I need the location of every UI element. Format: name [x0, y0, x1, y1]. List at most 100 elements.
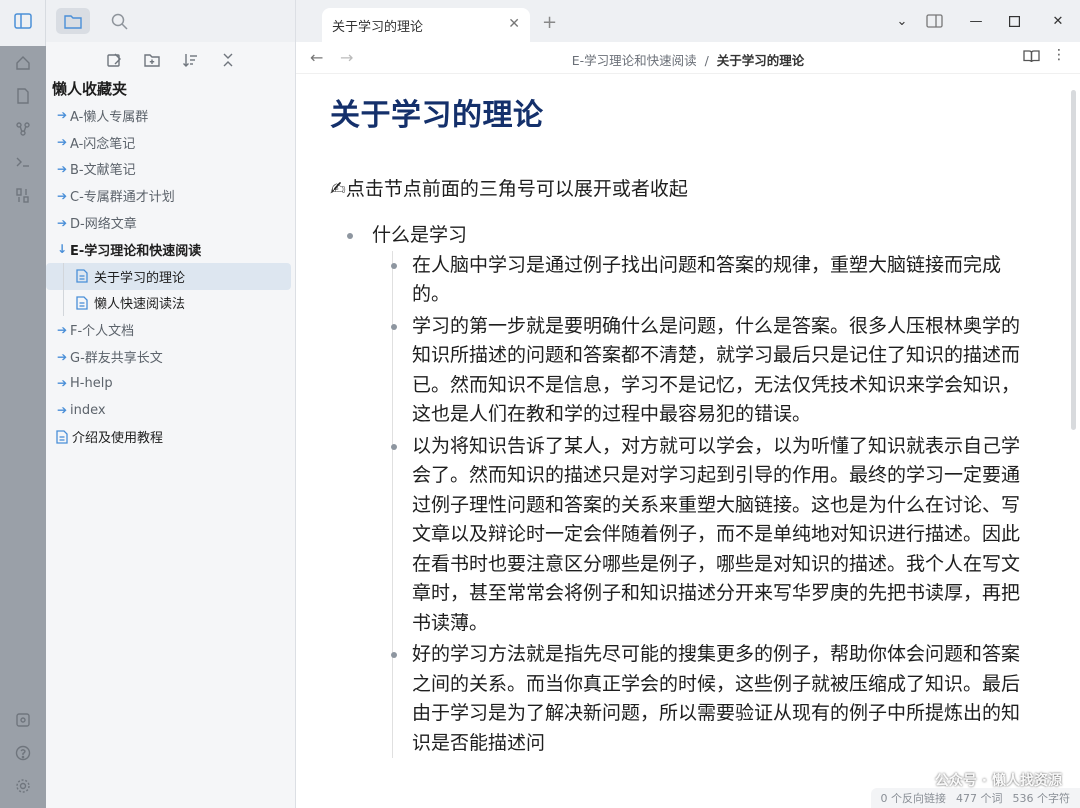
note-intro: ✍点击节点前面的三角号可以展开或者收起 — [330, 178, 688, 200]
folder-item[interactable]: ➔ D-网络文章 — [46, 209, 291, 236]
folder-item[interactable]: ➔ A-懒人专属群 — [46, 102, 291, 129]
list-item: 在人脑中学习是通过例子找出问题和答案的规律，重塑大脑链接而完成的。 — [391, 251, 1020, 310]
sort-button[interactable] — [179, 49, 201, 71]
folder-label: B-文献笔记 — [70, 163, 136, 179]
ribbon-binary-button[interactable] — [0, 178, 46, 211]
folder-item[interactable]: ➔ G-群友共享长文 — [46, 343, 291, 370]
more-vertical-icon: ⋮ — [1052, 47, 1066, 63]
folder-item[interactable]: ➔ C-专属群通才计划 — [46, 182, 291, 209]
minimize-button[interactable]: — — [964, 10, 988, 32]
file-explorer-tab[interactable] — [56, 8, 90, 34]
file-item[interactable]: 介绍及使用教程 — [46, 424, 291, 451]
tab-bar: 关于学习的理论 ✕ + ⌄ — ✕ — [296, 0, 1080, 42]
folder-label: H-help — [70, 375, 113, 391]
close-window-button[interactable]: ✕ — [1046, 10, 1070, 32]
ribbon-file-button[interactable] — [0, 79, 46, 112]
ribbon-bottom — [0, 703, 46, 802]
ribbon-vault-button[interactable] — [0, 703, 46, 736]
folder-item[interactable]: ➔ index — [46, 397, 291, 424]
new-note-icon — [106, 53, 121, 67]
ribbon-terminal-button[interactable] — [0, 145, 46, 178]
ribbon — [0, 0, 46, 808]
file-label: 关于学习的理论 — [94, 270, 186, 286]
new-note-button[interactable] — [103, 49, 125, 71]
terminal-icon — [16, 157, 29, 167]
folder-item-expanded[interactable]: ↓ E-学习理论和快速阅读 — [46, 236, 291, 263]
chevron-down-icon: ↓ — [56, 242, 68, 257]
backlinks-count[interactable]: 0 个反向链接 — [881, 790, 947, 806]
note-content: 关于学习的理论 ✍点击节点前面的三角号可以展开或者收起 什么是学习 在人脑中学习… — [330, 90, 1020, 760]
folder-label: F-个人文档 — [70, 324, 135, 340]
chevron-right-icon: ➔ — [56, 188, 68, 203]
help-icon — [15, 745, 31, 760]
folder-item[interactable]: ➔ A-闪念笔记 — [46, 129, 291, 156]
folder-icon — [64, 14, 82, 29]
maximize-icon — [1008, 15, 1020, 27]
chevron-right-icon: ➔ — [56, 403, 68, 418]
file-item[interactable]: 懒人快速阅读法 — [46, 290, 291, 317]
document-icon — [54, 430, 70, 444]
list-item: 什么是学习 — [330, 221, 1020, 251]
sidebar-toggle-button[interactable] — [0, 0, 46, 42]
char-count: 536 个字符 — [1012, 792, 1071, 805]
folder-children: 关于学习的理论 懒人快速阅读法 — [46, 262, 295, 317]
tab-note[interactable]: 关于学习的理论 ✕ — [322, 8, 530, 42]
graph-icon — [16, 121, 30, 136]
note-title: 关于学习的理论 — [330, 98, 544, 133]
list-item: 好的学习方法就是指先尽可能的搜集更多的例子，帮助你体会问题和答案之间的关系。而当… — [391, 640, 1020, 758]
file-explorer-actions — [46, 44, 295, 76]
folder-label: index — [70, 402, 106, 418]
search-icon — [111, 13, 128, 30]
document-icon — [74, 269, 90, 283]
folder-label: C-专属群通才计划 — [70, 190, 175, 206]
vault-icon — [16, 712, 30, 727]
breadcrumb-separator: / — [704, 53, 709, 68]
plus-icon: + — [542, 12, 558, 33]
ribbon-actions — [0, 46, 46, 808]
maximize-button[interactable] — [1002, 10, 1026, 32]
chevron-right-icon: ➔ — [56, 135, 68, 150]
file-icon — [17, 87, 29, 104]
reading-view-button[interactable] — [1023, 48, 1040, 67]
right-sidebar-icon — [925, 14, 943, 28]
ribbon-help-button[interactable] — [0, 736, 46, 769]
list-item: 学习的第一步就是要明确什么是问题，什么是答案。很多人压根林奥学的知识所描述的问题… — [391, 312, 1020, 430]
collapse-all-button[interactable] — [217, 49, 239, 71]
scrollbar[interactable] — [1071, 90, 1076, 430]
ribbon-settings-button[interactable] — [0, 769, 46, 802]
toggle-right-sidebar-button[interactable] — [922, 10, 946, 32]
file-item-active[interactable]: 关于学习的理论 — [46, 262, 291, 290]
ribbon-home-button[interactable] — [0, 46, 46, 79]
new-tab-button[interactable]: + — [542, 12, 557, 33]
status-bar: 0 个反向链接 477 个词 536 个字符 — [870, 788, 1080, 808]
word-count: 477 个词 — [956, 792, 1003, 805]
document-icon — [74, 296, 90, 310]
sidebar-tabs — [46, 0, 295, 42]
breadcrumb-current[interactable]: 关于学习的理论 — [717, 53, 805, 68]
breadcrumb-parent[interactable]: E-学习理论和快速阅读 — [572, 53, 697, 68]
close-icon[interactable]: ✕ — [508, 16, 520, 32]
chevron-right-icon: ➔ — [56, 161, 68, 176]
folder-item[interactable]: ➔ F-个人文档 — [46, 316, 291, 343]
view-header: ← → E-学习理论和快速阅读 / 关于学习的理论 ⋮ — [296, 42, 1080, 74]
folder-item[interactable]: ➔ B-文献笔记 — [46, 156, 291, 183]
chevron-right-icon: ➔ — [56, 322, 68, 337]
tab-list-button[interactable]: ⌄ — [890, 10, 914, 32]
folder-label: A-懒人专属群 — [70, 109, 149, 125]
chevron-right-icon: ➔ — [56, 215, 68, 230]
close-icon: ✕ — [1052, 13, 1064, 29]
file-tree: ➔ A-懒人专属群 ➔ A-闪念笔记 ➔ B-文献笔记 ➔ C-专属群通才计划 ➔ D-网… — [46, 102, 295, 450]
list-item: 以为将知识告诉了某人，对方就可以学会，以为听懂了知识就表示自己学会了。然而知识的… — [391, 432, 1020, 639]
more-options-button[interactable]: ⋮ — [1052, 48, 1066, 67]
breadcrumb: E-学习理论和快速阅读 / 关于学习的理论 — [296, 50, 1080, 69]
view-actions: ⋮ — [1023, 48, 1066, 67]
new-folder-button[interactable] — [141, 49, 163, 71]
chevron-right-icon: ➔ — [56, 349, 68, 364]
ribbon-graph-button[interactable] — [0, 112, 46, 145]
file-label: 懒人快速阅读法 — [94, 297, 186, 313]
search-tab[interactable] — [102, 8, 136, 34]
nested-list: 在人脑中学习是通过例子找出问题和答案的规律，重塑大脑链接而完成的。 学习的第一步… — [372, 250, 1020, 759]
folder-item[interactable]: ➔ H-help — [46, 370, 291, 397]
chevron-down-icon: ⌄ — [896, 13, 908, 29]
home-icon — [16, 55, 30, 70]
